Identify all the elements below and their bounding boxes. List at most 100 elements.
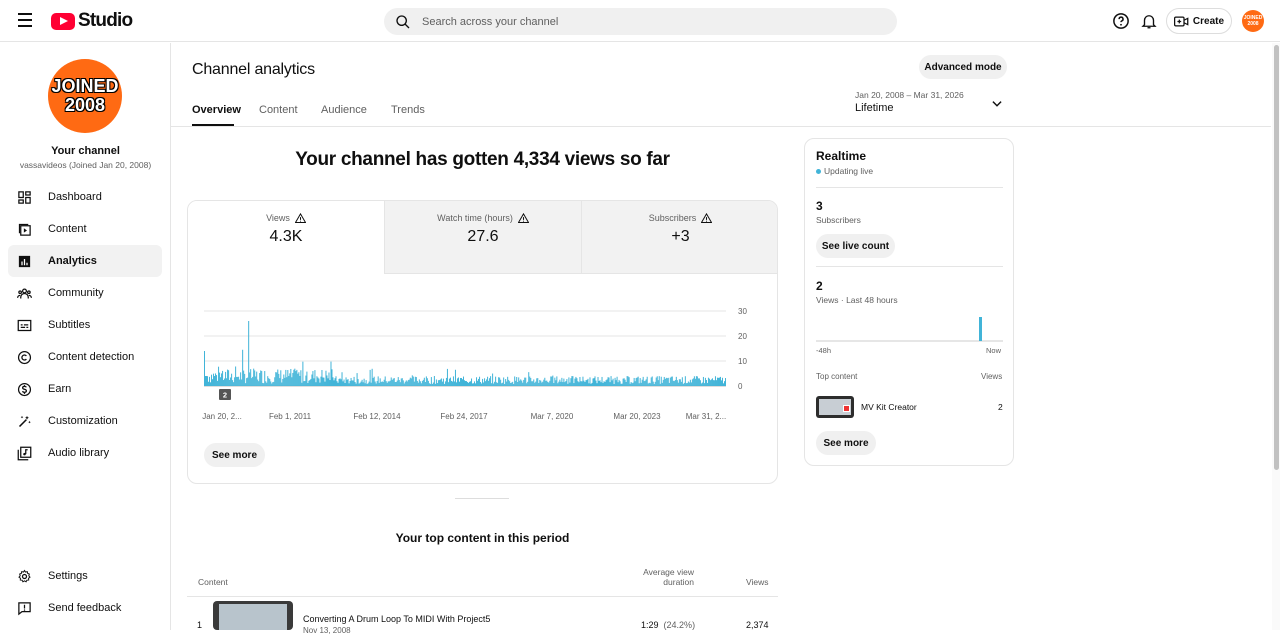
metric-tab-views[interactable]: Views 4.3K: [188, 201, 384, 274]
realtime-see-more-button[interactable]: See more: [816, 431, 876, 455]
notifications-icon[interactable]: [1140, 12, 1158, 30]
views-bar: [648, 382, 650, 386]
views-bar: [692, 378, 694, 386]
views-bar: [498, 377, 500, 386]
views-bar: [698, 378, 700, 386]
metric-tab-watch-time[interactable]: Watch time (hours) 27.6: [384, 201, 581, 274]
views-bar: [393, 378, 395, 386]
views-bar: [559, 379, 561, 386]
views-bar: [401, 378, 403, 386]
tab-overview[interactable]: Overview: [192, 104, 241, 116]
sidebar-item-customization[interactable]: Customization: [8, 405, 162, 437]
views-bar: [268, 378, 270, 386]
views-bar: [213, 373, 215, 386]
sidebar-item-subtitles[interactable]: Subtitles: [8, 309, 162, 341]
views-bar: [672, 380, 674, 386]
views-bar: [550, 376, 552, 386]
views-bar: [328, 372, 330, 386]
views-bar: [470, 381, 472, 386]
views-bar: [282, 378, 284, 386]
realtime-axis-start: -48h: [816, 346, 832, 355]
row-views: 2,374: [746, 620, 769, 630]
views-bar: [570, 378, 572, 386]
sidebar-item-settings[interactable]: Settings: [8, 560, 162, 592]
views-bar: [406, 381, 408, 386]
chevron-down-icon[interactable]: [990, 97, 1004, 111]
see-more-button[interactable]: See more: [204, 443, 265, 467]
views-bar: [308, 380, 310, 386]
views-bar: [209, 376, 211, 386]
views-bar: [583, 380, 585, 386]
views-bar: [434, 383, 436, 386]
warning-icon: [517, 213, 529, 223]
views-chart[interactable]: 30 20 10 0 2 Jan 20, 2... Feb 1, 2011 Feb 12, 2…: [188, 291, 777, 431]
sidebar-item-content-detection[interactable]: Content detection: [8, 341, 162, 373]
date-range-text[interactable]: Jan 20, 2008 – Mar 31, 2026: [855, 90, 964, 100]
views-bar: [254, 370, 256, 386]
realtime-video-title[interactable]: MV Kit Creator: [861, 402, 917, 412]
views-bar: [419, 381, 421, 386]
help-icon[interactable]: [1112, 12, 1130, 30]
views-bar: [461, 379, 463, 386]
views-bar: [349, 380, 351, 386]
search-input[interactable]: Search across your channel: [384, 8, 897, 35]
views-bar: [563, 378, 565, 386]
column-header-views: Views: [746, 577, 769, 587]
tab-audience[interactable]: Audience: [321, 104, 367, 116]
studio-logo[interactable]: Studio: [51, 10, 133, 32]
views-bar: [627, 376, 629, 386]
see-live-count-button[interactable]: See live count: [816, 234, 895, 258]
scrollbar-thumb[interactable]: [1274, 45, 1279, 470]
sidebar-item-dashboard[interactable]: Dashboard: [8, 181, 162, 213]
views-bar: [458, 381, 460, 386]
views-bar: [404, 381, 406, 386]
sidebar-item-audio-library[interactable]: Audio library: [8, 437, 162, 469]
sidebar-item-analytics[interactable]: Analytics: [8, 245, 162, 277]
views-bar: [257, 379, 259, 386]
views-bar: [686, 383, 688, 386]
sidebar-item-community[interactable]: Community: [8, 277, 162, 309]
channel-avatar[interactable]: JOINED 2008: [48, 59, 122, 133]
views-bar: [483, 382, 485, 386]
realtime-video-views: 2: [998, 402, 1003, 412]
create-button[interactable]: Create: [1166, 8, 1232, 34]
tab-content[interactable]: Content: [259, 104, 298, 116]
views-bar: [481, 383, 483, 386]
date-range-label[interactable]: Lifetime: [855, 102, 894, 114]
views-bar: [286, 377, 288, 386]
views-bar: [374, 381, 376, 386]
views-bar: [288, 376, 290, 386]
views-bar: [383, 379, 385, 386]
views-bar: [341, 372, 343, 386]
metric-tab-subscribers[interactable]: Subscribers +3: [581, 201, 777, 274]
realtime-video-thumbnail[interactable]: [816, 396, 854, 418]
y-tick-label: 20: [738, 332, 747, 341]
video-thumbnail[interactable]: [213, 601, 293, 630]
views-bar: [546, 380, 548, 386]
realtime-views-chart[interactable]: [816, 309, 1003, 344]
views-bar: [625, 381, 627, 386]
account-avatar[interactable]: JOINED 2008: [1242, 10, 1264, 32]
video-title[interactable]: Converting A Drum Loop To MIDI With Proj…: [303, 614, 490, 624]
views-bar: [369, 369, 371, 386]
views-bar: [605, 380, 607, 386]
views-bar: [280, 370, 282, 386]
realtime-views-label: Views · Last 48 hours: [816, 295, 898, 305]
views-bar: [239, 379, 241, 386]
views-bar: [516, 377, 518, 386]
sidebar-item-earn[interactable]: Earn: [8, 373, 162, 405]
sidebar-item-content[interactable]: Content: [8, 213, 162, 245]
views-bar: [705, 380, 707, 386]
table-divider: [187, 596, 778, 597]
views-bar: [411, 375, 413, 386]
views-bar: [451, 381, 453, 386]
views-bar: [417, 382, 419, 386]
menu-icon[interactable]: [15, 13, 35, 29]
views-bar: [654, 381, 656, 386]
sidebar-item-send-feedback[interactable]: Send feedback: [8, 592, 162, 624]
views-bar: [691, 379, 693, 386]
tab-trends[interactable]: Trends: [391, 104, 425, 116]
views-bar: [347, 379, 349, 386]
views-bar: [250, 369, 252, 386]
advanced-mode-button[interactable]: Advanced mode: [919, 55, 1007, 79]
